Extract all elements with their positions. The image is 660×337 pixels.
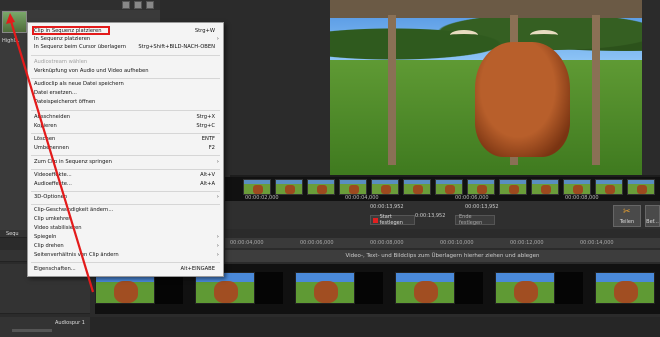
menu-shortcut: Alt+V bbox=[200, 172, 215, 178]
ruler-tick: 00:00:10,000 bbox=[440, 240, 474, 246]
media-clip-thumbnail[interactable] bbox=[2, 11, 27, 33]
menu-shortcut: Strg+X bbox=[196, 114, 215, 120]
video-editor-window: Highl... 00:00:02,000 00:00:04,000 00:00… bbox=[0, 0, 660, 337]
preview-horn bbox=[530, 30, 558, 40]
set-end-button[interactable]: Ende festlegen bbox=[455, 214, 495, 226]
menu-item-properties[interactable]: Eigenschaften... bbox=[34, 266, 76, 272]
set-end-label: Ende festlegen bbox=[459, 214, 483, 226]
preview-post bbox=[592, 15, 600, 165]
split-button[interactable]: Teilen bbox=[613, 205, 641, 227]
menu-item-cut[interactable]: Ausschneiden bbox=[34, 114, 70, 120]
menu-item-3d-options[interactable]: 3D-Optionen bbox=[34, 194, 67, 200]
submenu-arrow-icon: › bbox=[216, 234, 219, 240]
menu-item-copy[interactable]: Kopieren bbox=[34, 123, 57, 129]
menu-item-aspect-ratio[interactable]: Seitenverhältnis von Clip ändern bbox=[34, 252, 119, 258]
sequence-tab-label: Sequ bbox=[6, 231, 19, 237]
menu-shortcut: Alt+A bbox=[200, 181, 215, 187]
menu-item-clip-in-sequence[interactable]: Clip in Sequenz platzieren bbox=[34, 28, 102, 34]
delete-icon[interactable] bbox=[134, 1, 142, 9]
menu-shortcut: Strg+W bbox=[194, 28, 215, 34]
menu-item-save-audio-clip[interactable]: Audioclip als neue Datei speichern bbox=[34, 81, 124, 87]
preview-monitor[interactable] bbox=[330, 0, 642, 175]
audio-track-label: Audiospur 1 bbox=[55, 320, 85, 326]
submenu-arrow-icon: › bbox=[216, 252, 219, 258]
ruler-tick: 00:00:12,000 bbox=[510, 240, 544, 246]
menu-item-delete[interactable]: Löschen bbox=[34, 136, 55, 142]
preview-post bbox=[388, 15, 396, 165]
menu-item-audio-effects[interactable]: Audioeffekte... bbox=[34, 181, 72, 187]
menu-shortcut: Strg+C bbox=[196, 123, 215, 129]
ruler-tick: 00:00:14,000 bbox=[580, 240, 614, 246]
submenu-arrow-icon: › bbox=[216, 36, 219, 42]
preview-highland-cow bbox=[475, 42, 570, 157]
menu-item-jump-to-clip[interactable]: Zum Clip in Sequenz springen bbox=[34, 159, 112, 165]
duration: 0:00:13,952 bbox=[415, 213, 446, 219]
menu-item-mirror[interactable]: Spiegeln bbox=[34, 234, 56, 240]
start-time: 00:00:13,952 bbox=[370, 204, 404, 210]
menu-item-clip-speed[interactable]: Clip-Geschwindigkeit ändern... bbox=[34, 207, 113, 213]
ruler-tick: 00:00:08,000 bbox=[370, 240, 404, 246]
menu-item-unlink-audio-video[interactable]: Verknüpfung von Audio und Video aufheben bbox=[34, 68, 149, 74]
submenu-arrow-icon: › bbox=[216, 194, 219, 200]
menu-item-rotate-clip[interactable]: Clip drehen bbox=[34, 243, 64, 249]
menu-item-reverse-clip[interactable]: Clip umkehren bbox=[34, 216, 72, 222]
set-start-label: Start festlegen bbox=[379, 214, 403, 226]
record-icon bbox=[373, 217, 378, 223]
menu-item-rename[interactable]: Umbenennen bbox=[34, 145, 69, 151]
overlay-drop-hint[interactable]: Video-, Text- und Bildclips zum Überlage… bbox=[225, 250, 660, 262]
menu-shortcut: Strg+Shift+BILD-NACH-OBEN bbox=[138, 44, 215, 50]
end-time: 00:00:13,952 bbox=[465, 204, 499, 210]
media-clip-label: Highl... bbox=[2, 38, 20, 44]
filmstrip[interactable]: 00:00:02,000 00:00:04,000 00:00:06,000 0… bbox=[225, 177, 660, 201]
submenu-arrow-icon: › bbox=[216, 243, 219, 249]
menu-item-overlay-at-cursor[interactable]: In Sequenz beim Cursor überlagern bbox=[34, 44, 126, 50]
extra-button[interactable]: Bef... bbox=[645, 205, 660, 227]
transport-controls: 00:00:13,952 00:00:13,952 Start festlege… bbox=[225, 201, 660, 229]
menu-shortcut: ENTF bbox=[201, 136, 215, 142]
menu-item-open-file-location[interactable]: Dateispeicherort öffnen bbox=[34, 99, 95, 105]
audio-volume-slider[interactable] bbox=[12, 329, 52, 332]
split-label: Teilen bbox=[619, 219, 635, 225]
submenu-arrow-icon: › bbox=[216, 159, 219, 165]
media-pool-toolbar bbox=[0, 0, 160, 10]
context-menu: Clip in Sequenz platzieren Strg+W In Seq… bbox=[27, 22, 224, 277]
preview-horn bbox=[450, 30, 478, 40]
import-icon[interactable] bbox=[122, 1, 130, 9]
audio-track[interactable] bbox=[0, 317, 660, 337]
view-icon[interactable] bbox=[146, 1, 154, 9]
audio-track-header: Audiospur 1 bbox=[0, 317, 90, 337]
menu-item-audio-stream: Audiostream wählen bbox=[34, 59, 88, 65]
menu-item-replace-file[interactable]: Datei ersetzen... bbox=[34, 90, 77, 96]
timeline-ruler[interactable]: 00:00:04,000 00:00:06,000 00:00:08,000 0… bbox=[225, 238, 660, 248]
menu-item-video-effects[interactable]: Videoeffekte... bbox=[34, 172, 72, 178]
ruler-tick: 00:00:04,000 bbox=[230, 240, 264, 246]
menu-item-stabilize-video[interactable]: Video stabilisieren bbox=[34, 225, 82, 231]
ruler-tick: 00:00:06,000 bbox=[300, 240, 334, 246]
menu-shortcut: Alt+EINGABE bbox=[180, 266, 215, 272]
set-start-button[interactable]: Start festlegen bbox=[370, 214, 415, 226]
extra-label: Bef... bbox=[646, 219, 659, 225]
menu-shortcut: F2 bbox=[208, 145, 215, 151]
menu-item-place-in-sequence[interactable]: In Sequenz platzieren bbox=[34, 36, 90, 42]
